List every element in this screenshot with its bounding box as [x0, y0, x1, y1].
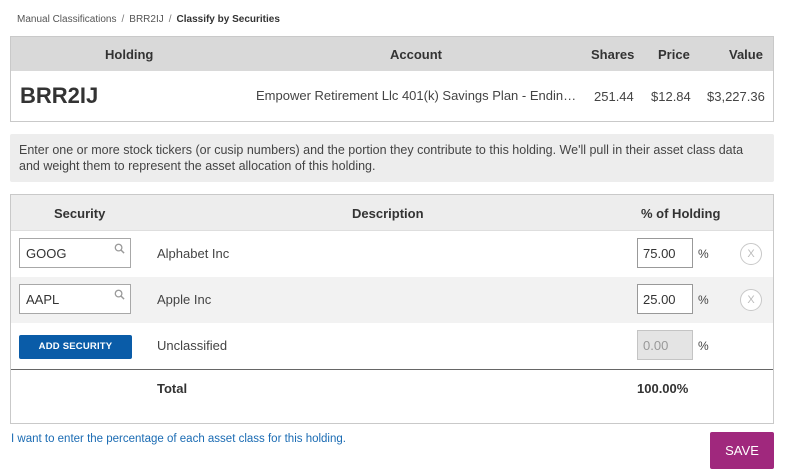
remove-security-button[interactable]: X — [740, 243, 762, 265]
header-account: Account — [390, 47, 442, 62]
unclassified-description: Unclassified — [157, 338, 228, 353]
save-button[interactable]: SAVE — [710, 432, 774, 469]
header-holding: Holding — [105, 47, 154, 62]
holding-shares: 251.44 — [594, 89, 634, 104]
holding-value: $3,227.36 — [707, 89, 765, 104]
security-row-goog: GOOG Alphabet Inc 75.00 % X — [11, 231, 773, 277]
holding-account: Empower Retirement Llc 401(k) Savings Pl… — [256, 88, 577, 103]
total-label: Total — [157, 381, 188, 396]
add-security-button[interactable]: ADD SECURITY — [19, 335, 132, 359]
security-row-aapl: AAPL Apple Inc 25.00 % X — [11, 277, 773, 323]
total-row: Total 100.00% — [11, 369, 773, 405]
percent-sign: % — [698, 293, 709, 307]
securities-table-header: Security Description % of Holding — [11, 195, 773, 231]
search-icon[interactable] — [114, 289, 125, 300]
header-value: Value — [729, 47, 763, 62]
breadcrumb-separator: / — [168, 14, 172, 25]
breadcrumb-separator: / — [121, 14, 125, 25]
header-price: Price — [658, 47, 690, 62]
security-description: Alphabet Inc — [157, 246, 230, 261]
remove-security-button[interactable]: X — [740, 289, 762, 311]
holding-row: BRR2IJ Empower Retirement Llc 401(k) Sav… — [11, 71, 773, 121]
breadcrumb-link-holding[interactable]: BRR2IJ — [129, 14, 163, 25]
ticker-value: GOOG — [26, 246, 67, 261]
search-icon[interactable] — [114, 243, 125, 254]
holding-price: $12.84 — [651, 89, 691, 104]
percent-sign: % — [698, 339, 709, 353]
header-security: Security — [54, 206, 106, 221]
securities-table: Security Description % of Holding GOOG A… — [10, 194, 774, 424]
security-ticker-input[interactable]: AAPL — [19, 284, 131, 314]
ticker-value: AAPL — [26, 292, 60, 307]
header-shares: Shares — [591, 47, 635, 62]
security-ticker-input[interactable]: GOOG — [19, 238, 131, 268]
enter-asset-class-percentage-link[interactable]: I want to enter the percentage of each a… — [11, 433, 346, 445]
percent-of-holding-input[interactable]: 75.00 — [637, 238, 693, 268]
breadcrumb-current: Classify by Securities — [176, 14, 280, 25]
holding-table-header: Holding Account Shares Price Value — [11, 37, 773, 71]
header-percent-of-holding: % of Holding — [641, 206, 721, 221]
holding-symbol: BRR2IJ — [20, 83, 99, 108]
header-description: Description — [352, 206, 424, 221]
breadcrumb-link-manual-classifications[interactable]: Manual Classifications — [17, 14, 117, 25]
security-description: Apple Inc — [157, 292, 212, 307]
percent-of-holding-input[interactable]: 25.00 — [637, 284, 693, 314]
percent-sign: % — [698, 247, 709, 261]
instructions-text: Enter one or more stock tickers (or cusi… — [10, 134, 774, 182]
unclassified-percent-input: 0.00 — [637, 330, 693, 360]
holding-summary-table: Holding Account Shares Price Value BRR2I… — [10, 36, 774, 122]
unclassified-row: ADD SECURITY Unclassified 0.00 % — [11, 323, 773, 369]
total-value: 100.00% — [637, 381, 689, 396]
breadcrumb: Manual Classifications / BRR2IJ / Classify b… — [17, 14, 280, 25]
